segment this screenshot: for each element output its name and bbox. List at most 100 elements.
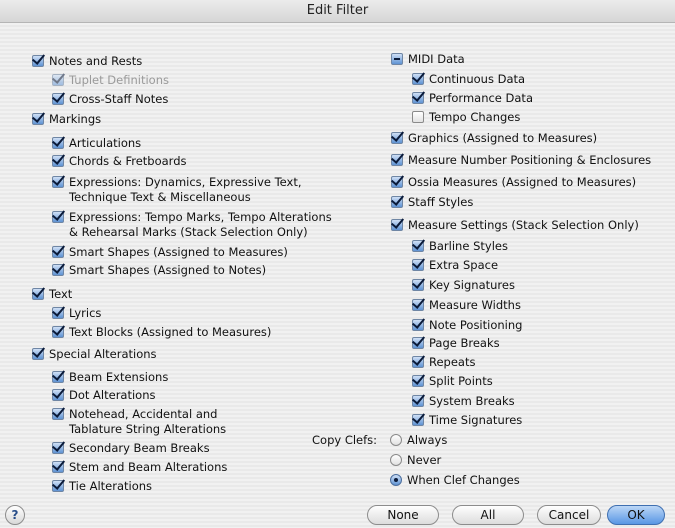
checkbox-measure-number-positioning[interactable]: Measure Number Positioning & Enclosures (391, 153, 651, 168)
checkbox-expressions-tempo[interactable]: Expressions: Tempo Marks, Tempo Alterati… (52, 210, 332, 240)
checkbox-expressions-dynamics[interactable]: Expressions: Dynamics, Expressive Text, T… (52, 175, 302, 205)
checkbox-icon[interactable] (32, 55, 44, 67)
radio-always[interactable]: Always (390, 433, 447, 448)
checkbox-icon[interactable] (412, 92, 424, 104)
checkbox-key-signatures[interactable]: Key Signatures (412, 278, 515, 293)
all-button[interactable]: All (452, 505, 524, 525)
checkbox-tuplet-definitions[interactable]: Tuplet Definitions (52, 73, 169, 88)
checkbox-label: Tie Alterations (69, 479, 153, 493)
checkbox-icon[interactable] (32, 288, 44, 300)
checkbox-icon[interactable] (391, 132, 403, 144)
checkbox-split-points[interactable]: Split Points (412, 374, 493, 389)
radio-when-clef-changes[interactable]: When Clef Changes (390, 473, 520, 488)
checkbox-icon[interactable] (412, 111, 424, 123)
checkbox-icon[interactable] (52, 74, 64, 86)
checkbox-graphics[interactable]: Graphics (Assigned to Measures) (391, 131, 597, 146)
checkbox-icon[interactable] (52, 371, 64, 383)
checkbox-icon[interactable] (412, 356, 424, 368)
checkbox-extra-space[interactable]: Extra Space (412, 258, 498, 273)
checkbox-notehead-alterations[interactable]: Notehead, Accidental and Tablature String… (52, 407, 226, 437)
checkbox-icon[interactable] (52, 176, 64, 188)
checkbox-smart-shapes-notes[interactable]: Smart Shapes (Assigned to Notes) (52, 263, 266, 278)
checkbox-performance-data[interactable]: Performance Data (412, 91, 533, 106)
none-button[interactable]: None (367, 505, 439, 525)
checkbox-icon[interactable] (52, 246, 64, 258)
checkbox-chords-fretboards[interactable]: Chords & Fretboards (52, 154, 187, 169)
checkbox-icon[interactable] (412, 299, 424, 311)
checkbox-label: Expressions: Tempo Marks, Tempo Alterati… (69, 210, 332, 240)
checkbox-system-breaks[interactable]: System Breaks (412, 394, 515, 409)
checkbox-label: Barline Styles (429, 239, 508, 253)
cancel-button[interactable]: Cancel (537, 505, 601, 525)
checkbox-icon[interactable] (391, 219, 403, 231)
filter-panel: Notes and Rests Tuplet Definitions Cross… (0, 23, 675, 528)
checkbox-cross-staff-notes[interactable]: Cross-Staff Notes (52, 92, 168, 107)
checkbox-label: Measure Widths (429, 298, 521, 312)
checkbox-midi-data[interactable]: MIDI Data (391, 52, 465, 67)
checkbox-icon[interactable] (412, 279, 424, 291)
checkbox-ossia-measures[interactable]: Ossia Measures (Assigned to Measures) (391, 175, 636, 190)
radio-icon[interactable] (390, 454, 402, 466)
checkbox-page-breaks[interactable]: Page Breaks (412, 336, 500, 351)
checkbox-icon[interactable] (412, 240, 424, 252)
checkbox-icon[interactable] (52, 461, 64, 473)
checkbox-text[interactable]: Text (32, 287, 72, 302)
checkbox-icon[interactable] (391, 154, 403, 166)
checkbox-barline-styles[interactable]: Barline Styles (412, 239, 508, 254)
checkbox-repeats[interactable]: Repeats (412, 355, 475, 370)
checkbox-measure-widths[interactable]: Measure Widths (412, 298, 521, 313)
radio-icon[interactable] (390, 434, 402, 446)
checkbox-articulations[interactable]: Articulations (52, 136, 141, 151)
checkbox-note-positioning[interactable]: Note Positioning (412, 318, 522, 333)
checkbox-icon[interactable] (52, 326, 64, 338)
checkbox-staff-styles[interactable]: Staff Styles (391, 195, 473, 210)
checkbox-label: Chords & Fretboards (69, 154, 187, 168)
checkbox-icon[interactable] (32, 348, 44, 360)
checkbox-markings[interactable]: Markings (32, 112, 101, 127)
checkbox-icon[interactable] (412, 319, 424, 331)
checkbox-icon[interactable] (52, 137, 64, 149)
checkbox-icon[interactable] (52, 264, 64, 276)
checkbox-icon[interactable] (52, 408, 64, 420)
help-button[interactable]: ? (5, 505, 25, 525)
checkbox-icon[interactable] (52, 307, 64, 319)
checkbox-notes-and-rests[interactable]: Notes and Rests (32, 54, 142, 69)
checkbox-label: Split Points (429, 374, 493, 388)
checkbox-icon[interactable] (412, 337, 424, 349)
checkbox-secondary-beam-breaks[interactable]: Secondary Beam Breaks (52, 441, 210, 456)
checkbox-beam-extensions[interactable]: Beam Extensions (52, 370, 168, 385)
checkbox-label: Text Blocks (Assigned to Measures) (69, 325, 272, 339)
checkbox-lyrics[interactable]: Lyrics (52, 306, 101, 321)
radio-icon[interactable] (390, 474, 402, 486)
checkbox-tempo-changes[interactable]: Tempo Changes (412, 110, 520, 125)
checkbox-icon[interactable] (52, 480, 64, 492)
checkbox-icon[interactable] (52, 155, 64, 167)
checkbox-icon[interactable] (412, 414, 424, 426)
checkbox-icon[interactable] (52, 389, 64, 401)
checkbox-text-blocks[interactable]: Text Blocks (Assigned to Measures) (52, 325, 271, 340)
checkbox-icon[interactable] (412, 259, 424, 271)
checkbox-continuous-data[interactable]: Continuous Data (412, 72, 525, 87)
checkbox-icon[interactable] (52, 93, 64, 105)
radio-label: When Clef Changes (407, 473, 520, 487)
checkbox-icon[interactable] (391, 176, 403, 188)
checkbox-icon[interactable] (52, 442, 64, 454)
ok-button[interactable]: OK (607, 505, 665, 525)
checkbox-stem-beam-alterations[interactable]: Stem and Beam Alterations (52, 460, 227, 475)
radio-never[interactable]: Never (390, 453, 441, 468)
checkbox-special-alterations[interactable]: Special Alterations (32, 347, 157, 362)
checkbox-icon[interactable] (391, 196, 403, 208)
checkbox-label: Note Positioning (429, 318, 523, 332)
checkbox-tie-alterations[interactable]: Tie Alterations (52, 479, 152, 494)
checkbox-time-signatures[interactable]: Time Signatures (412, 413, 522, 428)
checkbox-icon[interactable] (412, 375, 424, 387)
checkbox-measure-settings[interactable]: Measure Settings (Stack Selection Only) (391, 218, 639, 233)
checkbox-icon[interactable] (32, 113, 44, 125)
checkbox-icon[interactable] (412, 395, 424, 407)
checkbox-icon[interactable] (391, 53, 403, 65)
checkbox-smart-shapes-measures[interactable]: Smart Shapes (Assigned to Measures) (52, 245, 288, 260)
checkbox-dot-alterations[interactable]: Dot Alterations (52, 388, 156, 403)
checkbox-icon[interactable] (412, 73, 424, 85)
checkbox-label: Tuplet Definitions (69, 73, 169, 87)
checkbox-icon[interactable] (52, 211, 64, 223)
